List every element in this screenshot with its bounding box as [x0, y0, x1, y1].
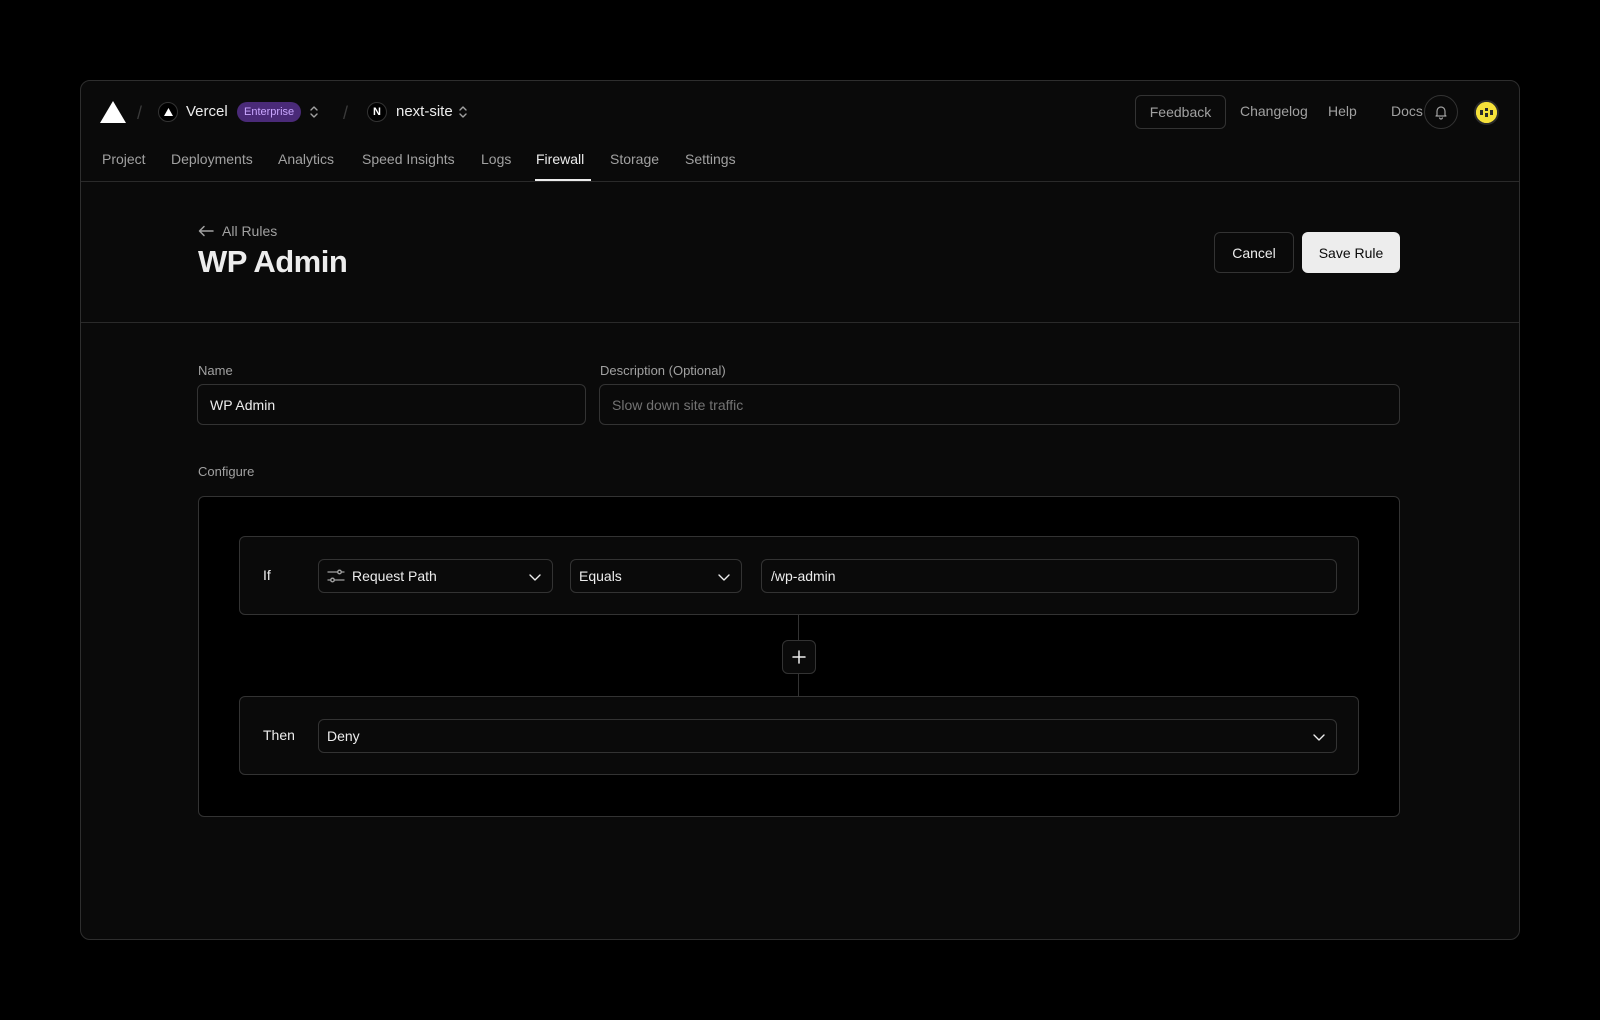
cancel-button[interactable]: Cancel	[1214, 232, 1294, 273]
back-link-label: All Rules	[222, 223, 278, 239]
tab-deployments[interactable]: Deployments	[171, 151, 253, 181]
page-title: WP Admin	[198, 244, 348, 279]
tab-analytics[interactable]: Analytics	[278, 151, 334, 181]
add-condition-button[interactable]	[782, 640, 816, 674]
docs-link[interactable]: Docs	[1391, 103, 1423, 119]
action-row: Then Deny	[239, 696, 1359, 775]
notifications-button[interactable]	[1424, 95, 1458, 129]
name-label: Name	[198, 363, 233, 378]
bell-icon	[1435, 106, 1447, 120]
chevron-down-icon	[529, 574, 541, 581]
save-rule-button[interactable]: Save Rule	[1302, 232, 1400, 273]
description-label: Description (Optional)	[600, 363, 726, 378]
tab-logs[interactable]: Logs	[481, 151, 511, 181]
chevron-down-icon	[718, 574, 730, 581]
changelog-link[interactable]: Changelog	[1240, 103, 1308, 119]
condition-value-input[interactable]	[761, 559, 1337, 593]
plus-icon	[792, 650, 806, 664]
operator-select[interactable]: Equals	[570, 559, 742, 593]
name-field[interactable]	[197, 384, 586, 425]
page-header: All Rules WP Admin Cancel Save Rule	[81, 182, 1519, 323]
route-icon	[327, 569, 345, 583]
help-link[interactable]: Help	[1328, 103, 1357, 119]
tab-speed-insights[interactable]: Speed Insights	[362, 151, 455, 181]
description-field[interactable]	[599, 384, 1400, 425]
user-avatar-pattern-icon	[1476, 102, 1497, 123]
action-value: Deny	[327, 728, 360, 744]
if-label: If	[263, 567, 271, 583]
tab-project[interactable]: Project	[102, 151, 146, 181]
condition-row: If Request Path Equals	[239, 536, 1359, 615]
connector-line	[798, 674, 799, 696]
condition-field-select[interactable]: Request Path	[318, 559, 553, 593]
arrow-left-icon	[198, 225, 214, 237]
nav-tabs: Project Deployments Analytics Speed Insi…	[81, 143, 1519, 182]
team-switcher-icon[interactable]	[308, 104, 320, 120]
project-avatar[interactable]: N	[367, 102, 387, 122]
connector-line	[798, 615, 799, 640]
feedback-button[interactable]: Feedback	[1135, 95, 1226, 129]
breadcrumb-separator: /	[343, 103, 349, 123]
condition-field-value: Request Path	[352, 568, 437, 584]
configure-label: Configure	[198, 464, 255, 479]
operator-value: Equals	[579, 568, 622, 584]
project-name[interactable]: next-site	[396, 103, 453, 120]
rule-configurator: If Request Path Equals /wp-admin Then De…	[198, 496, 1400, 817]
team-name[interactable]: Vercel	[186, 103, 228, 120]
vercel-logo-icon[interactable]	[100, 101, 126, 123]
back-link[interactable]: All Rules	[198, 223, 277, 239]
plan-badge: Enterprise	[237, 102, 302, 122]
app-window: / Vercel Enterprise / N next-site Feedba…	[80, 80, 1520, 940]
project-switcher-icon[interactable]	[457, 104, 469, 120]
tab-settings[interactable]: Settings	[685, 151, 736, 181]
active-tab-indicator	[535, 179, 591, 181]
breadcrumb-separator: /	[137, 103, 143, 123]
chevron-down-icon	[1313, 734, 1325, 741]
then-label: Then	[263, 727, 295, 743]
team-logo-icon	[163, 108, 173, 116]
tab-storage[interactable]: Storage	[610, 151, 659, 181]
top-bar: / Vercel Enterprise / N next-site Feedba…	[81, 81, 1519, 143]
tab-firewall[interactable]: Firewall	[536, 151, 584, 181]
team-avatar[interactable]	[158, 102, 178, 122]
user-avatar[interactable]	[1474, 100, 1499, 125]
action-select[interactable]: Deny	[318, 719, 1337, 753]
